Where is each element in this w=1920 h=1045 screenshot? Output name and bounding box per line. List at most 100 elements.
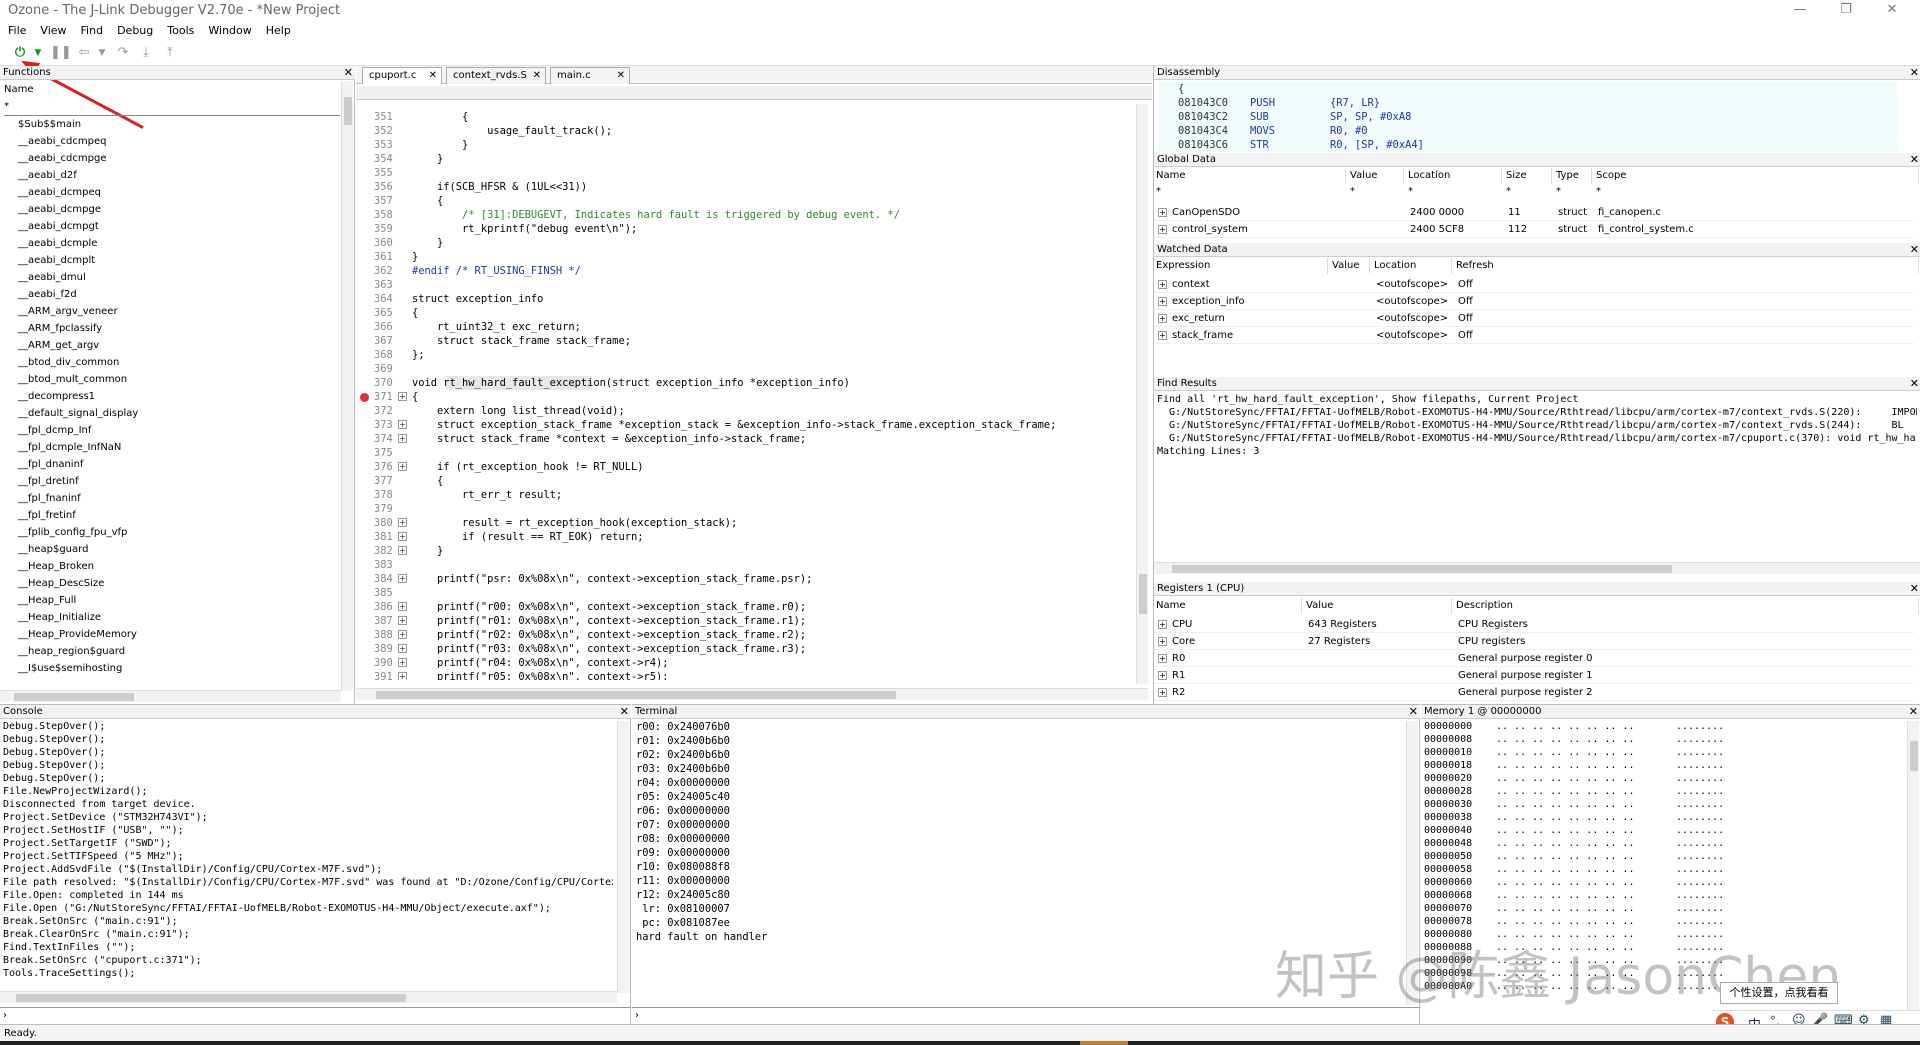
functions-col-name[interactable]: Name (4, 81, 34, 98)
close-icon[interactable]: ✕ (533, 68, 541, 84)
find-result-line[interactable]: G:/NutStoreSync/FFTAI/FFTAI-UofMELB/Robo… (1157, 419, 1904, 433)
function-item[interactable]: __heap_region$guard (18, 643, 125, 660)
memory-bytes[interactable]: .. .. .. .. .. .. .. .. (1496, 721, 1634, 732)
restore-button[interactable]: ❐ (1826, 2, 1866, 17)
table-row[interactable] (1154, 684, 1914, 701)
expand-icon[interactable]: + (398, 434, 407, 443)
menu-file[interactable]: File (8, 22, 26, 40)
expand-icon[interactable]: + (1158, 297, 1167, 306)
console-hscroll[interactable] (0, 991, 617, 1003)
expand-icon[interactable]: + (398, 616, 407, 625)
column-header[interactable]: Size (1506, 168, 1552, 184)
close-icon[interactable]: ✕ (1910, 153, 1919, 167)
function-item[interactable]: __fpl_fretinf (18, 507, 76, 524)
function-item[interactable]: __aeabi_dcmpge (18, 201, 101, 218)
function-item[interactable]: __aeabi_dcmpgt (18, 218, 99, 235)
expand-icon[interactable]: + (1158, 208, 1167, 217)
menu-tools[interactable]: Tools (167, 22, 194, 40)
table-row[interactable] (1154, 221, 1914, 238)
function-item[interactable]: __fplib_config_fpu_vfp (18, 524, 127, 541)
expand-icon[interactable]: + (1158, 280, 1167, 289)
reset-icon[interactable]: ⇦ (76, 45, 92, 61)
tab-context_rvds-s[interactable]: context_rvds.S ✕ (446, 67, 546, 84)
function-item[interactable]: $Sub$$main (18, 116, 81, 133)
close-icon[interactable]: ✕ (620, 705, 629, 719)
function-item[interactable]: __I$use$semihosting (18, 660, 122, 677)
function-item[interactable]: __fpl_fnaninf (18, 490, 81, 507)
function-item[interactable]: __Heap_Full (18, 592, 76, 609)
terminal-input[interactable]: › (632, 1007, 1420, 1023)
expand-icon[interactable]: + (1158, 654, 1167, 663)
find-result-line[interactable]: Find all 'rt_hw_hard_fault_exception', S… (1157, 393, 1578, 407)
column-header[interactable]: Scope (1596, 168, 1919, 184)
expand-icon[interactable]: + (398, 392, 407, 401)
filter-cell[interactable]: * (1556, 186, 1561, 197)
close-icon[interactable]: ✕ (429, 68, 437, 84)
close-icon[interactable]: ✕ (1910, 582, 1919, 596)
filter-cell[interactable]: * (1156, 186, 1161, 197)
column-header[interactable]: Location (1374, 258, 1452, 274)
function-item[interactable]: __fpl_dcmple_InfNaN (18, 439, 121, 456)
column-header[interactable]: Location (1408, 168, 1502, 184)
memory-bytes[interactable]: .. .. .. .. .. .. .. .. (1496, 877, 1634, 888)
memory-vscroll[interactable] (1907, 721, 1919, 1021)
column-header[interactable]: Value (1350, 168, 1404, 184)
table-row[interactable] (1154, 327, 1914, 344)
functions-hscroll[interactable] (0, 690, 341, 702)
function-item[interactable]: __aeabi_d2f (18, 167, 77, 184)
function-item[interactable]: __ARM_get_argv (18, 337, 99, 354)
memory-bytes[interactable]: .. .. .. .. .. .. .. .. (1496, 838, 1634, 849)
function-item[interactable]: __aeabi_cdcmpge (18, 150, 106, 167)
column-header[interactable]: Name (1156, 598, 1302, 614)
function-item[interactable]: __decompress1 (18, 388, 95, 405)
filter-cell[interactable]: * (1350, 186, 1355, 197)
function-item[interactable]: __btod_div_common (18, 354, 119, 371)
function-item[interactable]: __Heap_Broken (18, 558, 94, 575)
functions-filter[interactable]: * (4, 98, 340, 116)
column-header[interactable]: Name (1156, 168, 1346, 184)
step-out-icon[interactable]: ⤒ (162, 45, 178, 61)
expand-icon[interactable]: + (398, 644, 407, 653)
memory-bytes[interactable]: .. .. .. .. .. .. .. .. (1496, 773, 1634, 784)
column-header[interactable]: Refresh (1456, 258, 1919, 274)
function-item[interactable]: __default_signal_display (18, 405, 138, 422)
expand-icon[interactable]: + (398, 532, 407, 541)
expand-icon[interactable]: + (398, 518, 407, 527)
filter-cell[interactable]: * (1506, 186, 1511, 197)
close-window-button[interactable]: ✕ (1872, 2, 1912, 17)
close-icon[interactable]: ✕ (1910, 66, 1919, 80)
table-row[interactable] (1154, 310, 1914, 327)
table-row[interactable] (1154, 633, 1914, 650)
function-item[interactable]: __aeabi_dcmpeq (18, 184, 101, 201)
editor-vscroll[interactable] (1136, 104, 1148, 684)
function-item[interactable]: __Heap_DescSize (18, 575, 104, 592)
menu-debug[interactable]: Debug (117, 22, 153, 40)
console-vscroll[interactable] (617, 721, 629, 993)
menu-find[interactable]: Find (81, 22, 104, 40)
column-header[interactable]: Value (1306, 598, 1452, 614)
expand-icon[interactable]: + (398, 546, 407, 555)
expand-icon[interactable]: + (398, 462, 407, 471)
memory-bytes[interactable]: .. .. .. .. .. .. .. .. (1496, 916, 1634, 927)
console-output[interactable]: Debug.StepOver(); Debug.StepOver(); Debug.… (3, 721, 613, 989)
step-over-icon[interactable]: ↷ (115, 45, 131, 61)
expand-icon[interactable]: + (1158, 314, 1167, 323)
expand-icon[interactable]: + (1158, 688, 1167, 697)
memory-bytes[interactable]: .. .. .. .. .. .. .. .. (1496, 734, 1634, 745)
filter-cell[interactable]: * (1596, 186, 1601, 197)
expand-icon[interactable]: + (398, 602, 407, 611)
expand-icon[interactable]: + (398, 574, 407, 583)
function-item[interactable]: __Heap_Initialize (18, 609, 101, 626)
close-icon[interactable]: ✕ (1910, 377, 1919, 391)
function-item[interactable]: __ARM_fpclassify (18, 320, 102, 337)
tab-cpuport-c[interactable]: cpuport.c ✕ (362, 67, 442, 84)
function-item[interactable]: __fpl_dretinf (18, 473, 79, 490)
expand-icon[interactable]: + (1158, 620, 1167, 629)
memory-bytes[interactable]: .. .. .. .. .. .. .. .. (1496, 851, 1634, 862)
close-icon[interactable]: ✕ (344, 66, 353, 80)
expand-icon[interactable]: + (1158, 225, 1167, 234)
function-item[interactable]: __btod_mult_common (18, 371, 127, 388)
step-into-icon[interactable]: ⤓ (138, 45, 154, 61)
editor-hscroll[interactable] (356, 688, 1148, 700)
function-item[interactable]: __fpl_dcmp_Inf (18, 422, 91, 439)
